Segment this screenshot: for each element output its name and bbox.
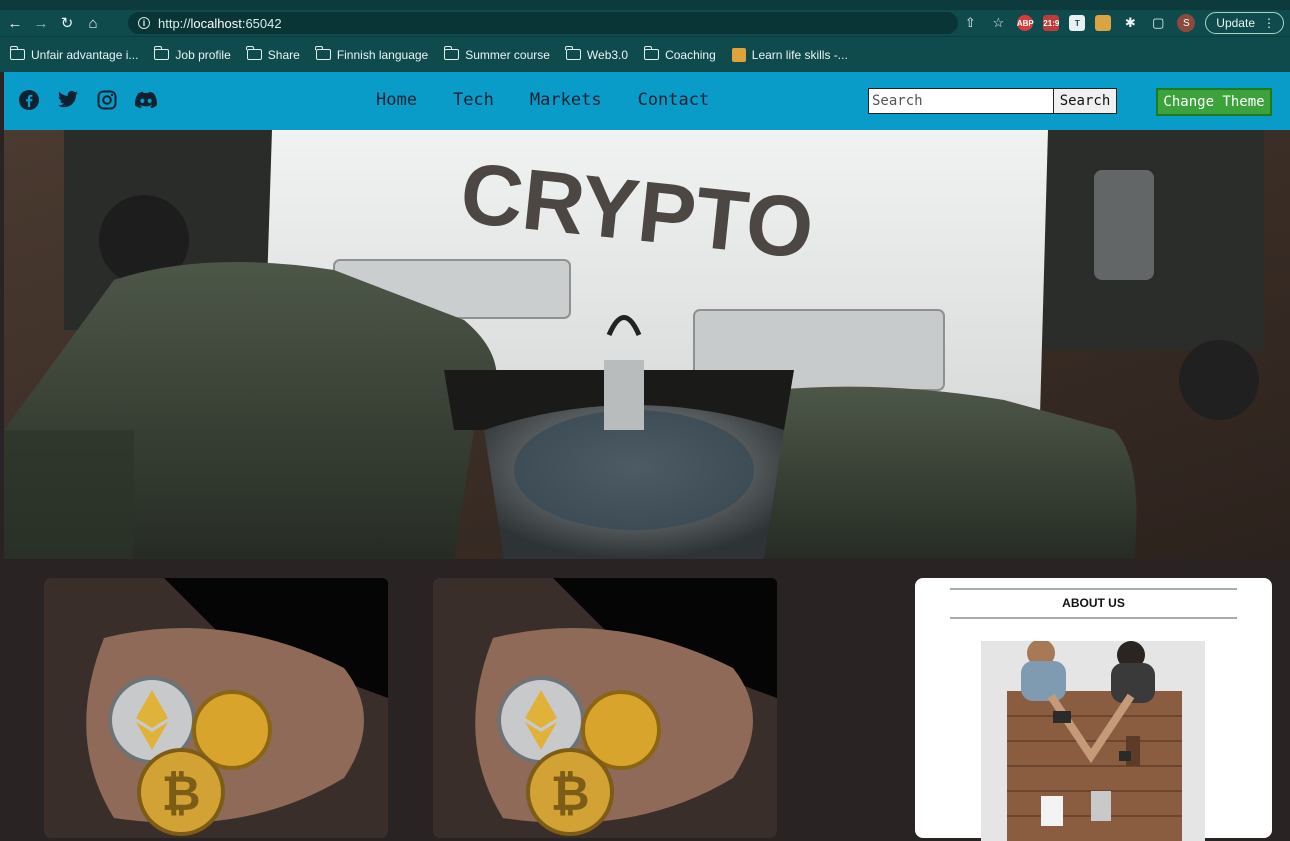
sidepanel-icon[interactable]: ▢ [1149, 14, 1167, 32]
update-button[interactable]: Update ⋮ [1205, 12, 1284, 34]
bookmark-label: Coaching [665, 47, 716, 62]
nav-markets[interactable]: Markets [530, 90, 602, 110]
extensions-puzzle-icon[interactable]: ✱ [1121, 14, 1139, 32]
aspect-ratio-extension-icon[interactable]: 21:9 [1043, 15, 1059, 31]
update-label: Update [1216, 16, 1255, 30]
reload-icon[interactable]: ↻ [56, 12, 78, 34]
browser-toolbar: ← → ↻ ⌂ i http://localhost:65042 ⇧ ☆ ABP… [0, 10, 1290, 36]
bookmark-label: Finnish language [336, 47, 429, 62]
folder-icon [153, 46, 170, 60]
divider [950, 617, 1237, 619]
url-host: localhost [190, 15, 242, 31]
instagram-icon[interactable] [96, 89, 118, 111]
url-scheme: http:// [158, 15, 191, 31]
bookmark-label: Share [267, 47, 300, 62]
home-icon[interactable]: ⌂ [82, 12, 104, 34]
kebab-menu-icon: ⋮ [1263, 16, 1275, 30]
svg-text:₿: ₿ [550, 768, 589, 821]
article-card[interactable]: ₿ [44, 578, 388, 838]
social-links [18, 89, 157, 111]
article-card[interactable]: ₿ [433, 578, 777, 838]
hero-image: CRYPTO [4, 130, 1290, 559]
adblock-extension-icon[interactable]: ABP [1016, 15, 1034, 31]
address-bar[interactable]: i http://localhost:65042 [128, 12, 958, 34]
aspect-ratio-label: 21:9 [1043, 18, 1060, 28]
translate-extension-icon[interactable]: T [1069, 15, 1086, 31]
translate-label: T [1074, 18, 1080, 28]
content-area: ₿ ₿ ABOUT US [4, 559, 1290, 841]
bookmark-item[interactable]: Finnish language [315, 46, 429, 62]
toolbar-actions: ⇧ ☆ ABP 21:9 T ✱ ▢ S Update ⋮ [961, 12, 1284, 34]
bookmarks-bar: Unfair advantage i... Job profile Share … [0, 36, 1290, 72]
twitter-icon[interactable] [57, 89, 79, 111]
folder-icon [315, 46, 331, 60]
crypto-coins-image: ₿ [44, 578, 388, 838]
profile-initial: S [1182, 17, 1190, 29]
folder-icon [9, 46, 25, 60]
profile-avatar[interactable]: S [1177, 14, 1196, 32]
folder-icon [246, 46, 262, 60]
bookmark-item[interactable]: Summer course [443, 46, 550, 62]
bookmark-label: Unfair advantage i... [31, 47, 139, 62]
main-nav: Home Tech Markets Contact [376, 90, 709, 110]
share-icon[interactable]: ⇧ [961, 14, 979, 32]
url-port: :65042 [241, 15, 282, 31]
divider [950, 588, 1237, 590]
bookmark-star-icon[interactable]: ☆ [989, 14, 1007, 32]
bookmark-item[interactable]: Learn life skills -... [731, 47, 848, 62]
bookmark-item[interactable]: Job profile [153, 46, 231, 62]
team-photo [981, 641, 1205, 841]
search-input[interactable] [868, 88, 1054, 114]
bookmark-label: Job profile [175, 47, 231, 62]
forward-icon[interactable]: → [30, 12, 52, 34]
discord-icon[interactable] [135, 89, 157, 111]
site-info-icon[interactable]: i [138, 17, 150, 29]
bookmark-item[interactable]: Unfair advantage i... [9, 46, 139, 62]
folder-icon [565, 46, 581, 60]
nav-tech[interactable]: Tech [453, 90, 494, 110]
pixel-extension-icon[interactable] [1095, 15, 1112, 31]
bookmark-label: Web3.0 [586, 47, 629, 62]
bookmark-item[interactable]: Share [246, 46, 300, 62]
about-us-panel: ABOUT US [915, 578, 1272, 841]
folder-icon [643, 46, 660, 60]
adblock-label: ABP [1016, 18, 1034, 28]
about-us-title: ABOUT US [1062, 596, 1125, 610]
folder-icon [443, 46, 460, 60]
facebook-icon[interactable] [18, 89, 40, 111]
svg-text:₿: ₿ [161, 768, 200, 821]
search-button[interactable]: Search [1053, 88, 1117, 114]
nav-contact[interactable]: Contact [638, 90, 710, 110]
site-header: Home Tech Markets Contact Search Change … [4, 72, 1290, 130]
bookmark-item[interactable]: Coaching [643, 46, 716, 62]
browser-tabstrip [0, 0, 1290, 10]
back-icon[interactable]: ← [4, 12, 26, 34]
bookmark-label: Learn life skills -... [751, 47, 848, 62]
change-theme-button[interactable]: Change Theme [1156, 88, 1272, 116]
site-favicon [731, 47, 746, 62]
bookmark-label: Summer course [465, 47, 550, 62]
nav-home[interactable]: Home [376, 90, 417, 110]
bookmark-item[interactable]: Web3.0 [565, 46, 629, 62]
crypto-coins-image: ₿ [433, 578, 777, 838]
